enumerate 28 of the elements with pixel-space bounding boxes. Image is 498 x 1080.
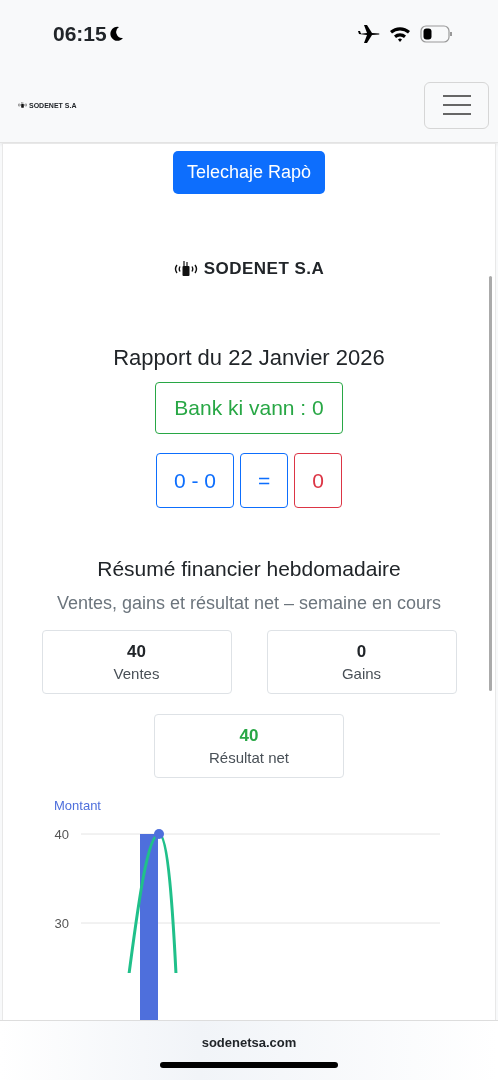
menu-button[interactable] <box>424 81 489 129</box>
airplane-icon <box>358 24 380 44</box>
battery-icon <box>420 25 454 43</box>
equation-box: 0 <box>294 453 342 508</box>
router-logo-icon <box>173 261 198 277</box>
menu-icon <box>441 94 472 116</box>
axis-tick-label: 30 <box>54 916 69 931</box>
section-subtitle: Ventes, gains et résultat net – semaine en cours <box>55 592 443 615</box>
equation-box: = <box>240 453 289 508</box>
bank-count-box: Bank ki vann : 0 <box>155 382 343 434</box>
stat-label: Gains <box>341 665 382 682</box>
download-report-button[interactable]: Telechaje Rapò <box>172 151 326 194</box>
moon-icon <box>109 26 124 42</box>
stat-value: 40 <box>127 642 146 662</box>
brand-name: SODENET S.A <box>203 259 325 279</box>
wifi-icon <box>389 26 411 42</box>
stat-label: Résultat net <box>208 749 289 766</box>
axis-title: Montant <box>54 798 101 813</box>
stat-label: Ventes <box>113 665 160 682</box>
stat-value: 0 <box>356 642 367 662</box>
router-logo-icon <box>18 102 27 108</box>
equation-box: 0 - 0 <box>156 453 235 508</box>
url-text[interactable]: sodenetsa.com <box>201 1035 297 1050</box>
clock-time: 06:15 <box>53 22 107 46</box>
report-title: Rapport du 22 Janvier 2026 <box>113 345 385 371</box>
axis-tick-label: 40 <box>54 827 69 842</box>
stat-value: 40 <box>239 726 259 746</box>
section-title: Résumé financier hebdomadaire <box>97 557 401 581</box>
